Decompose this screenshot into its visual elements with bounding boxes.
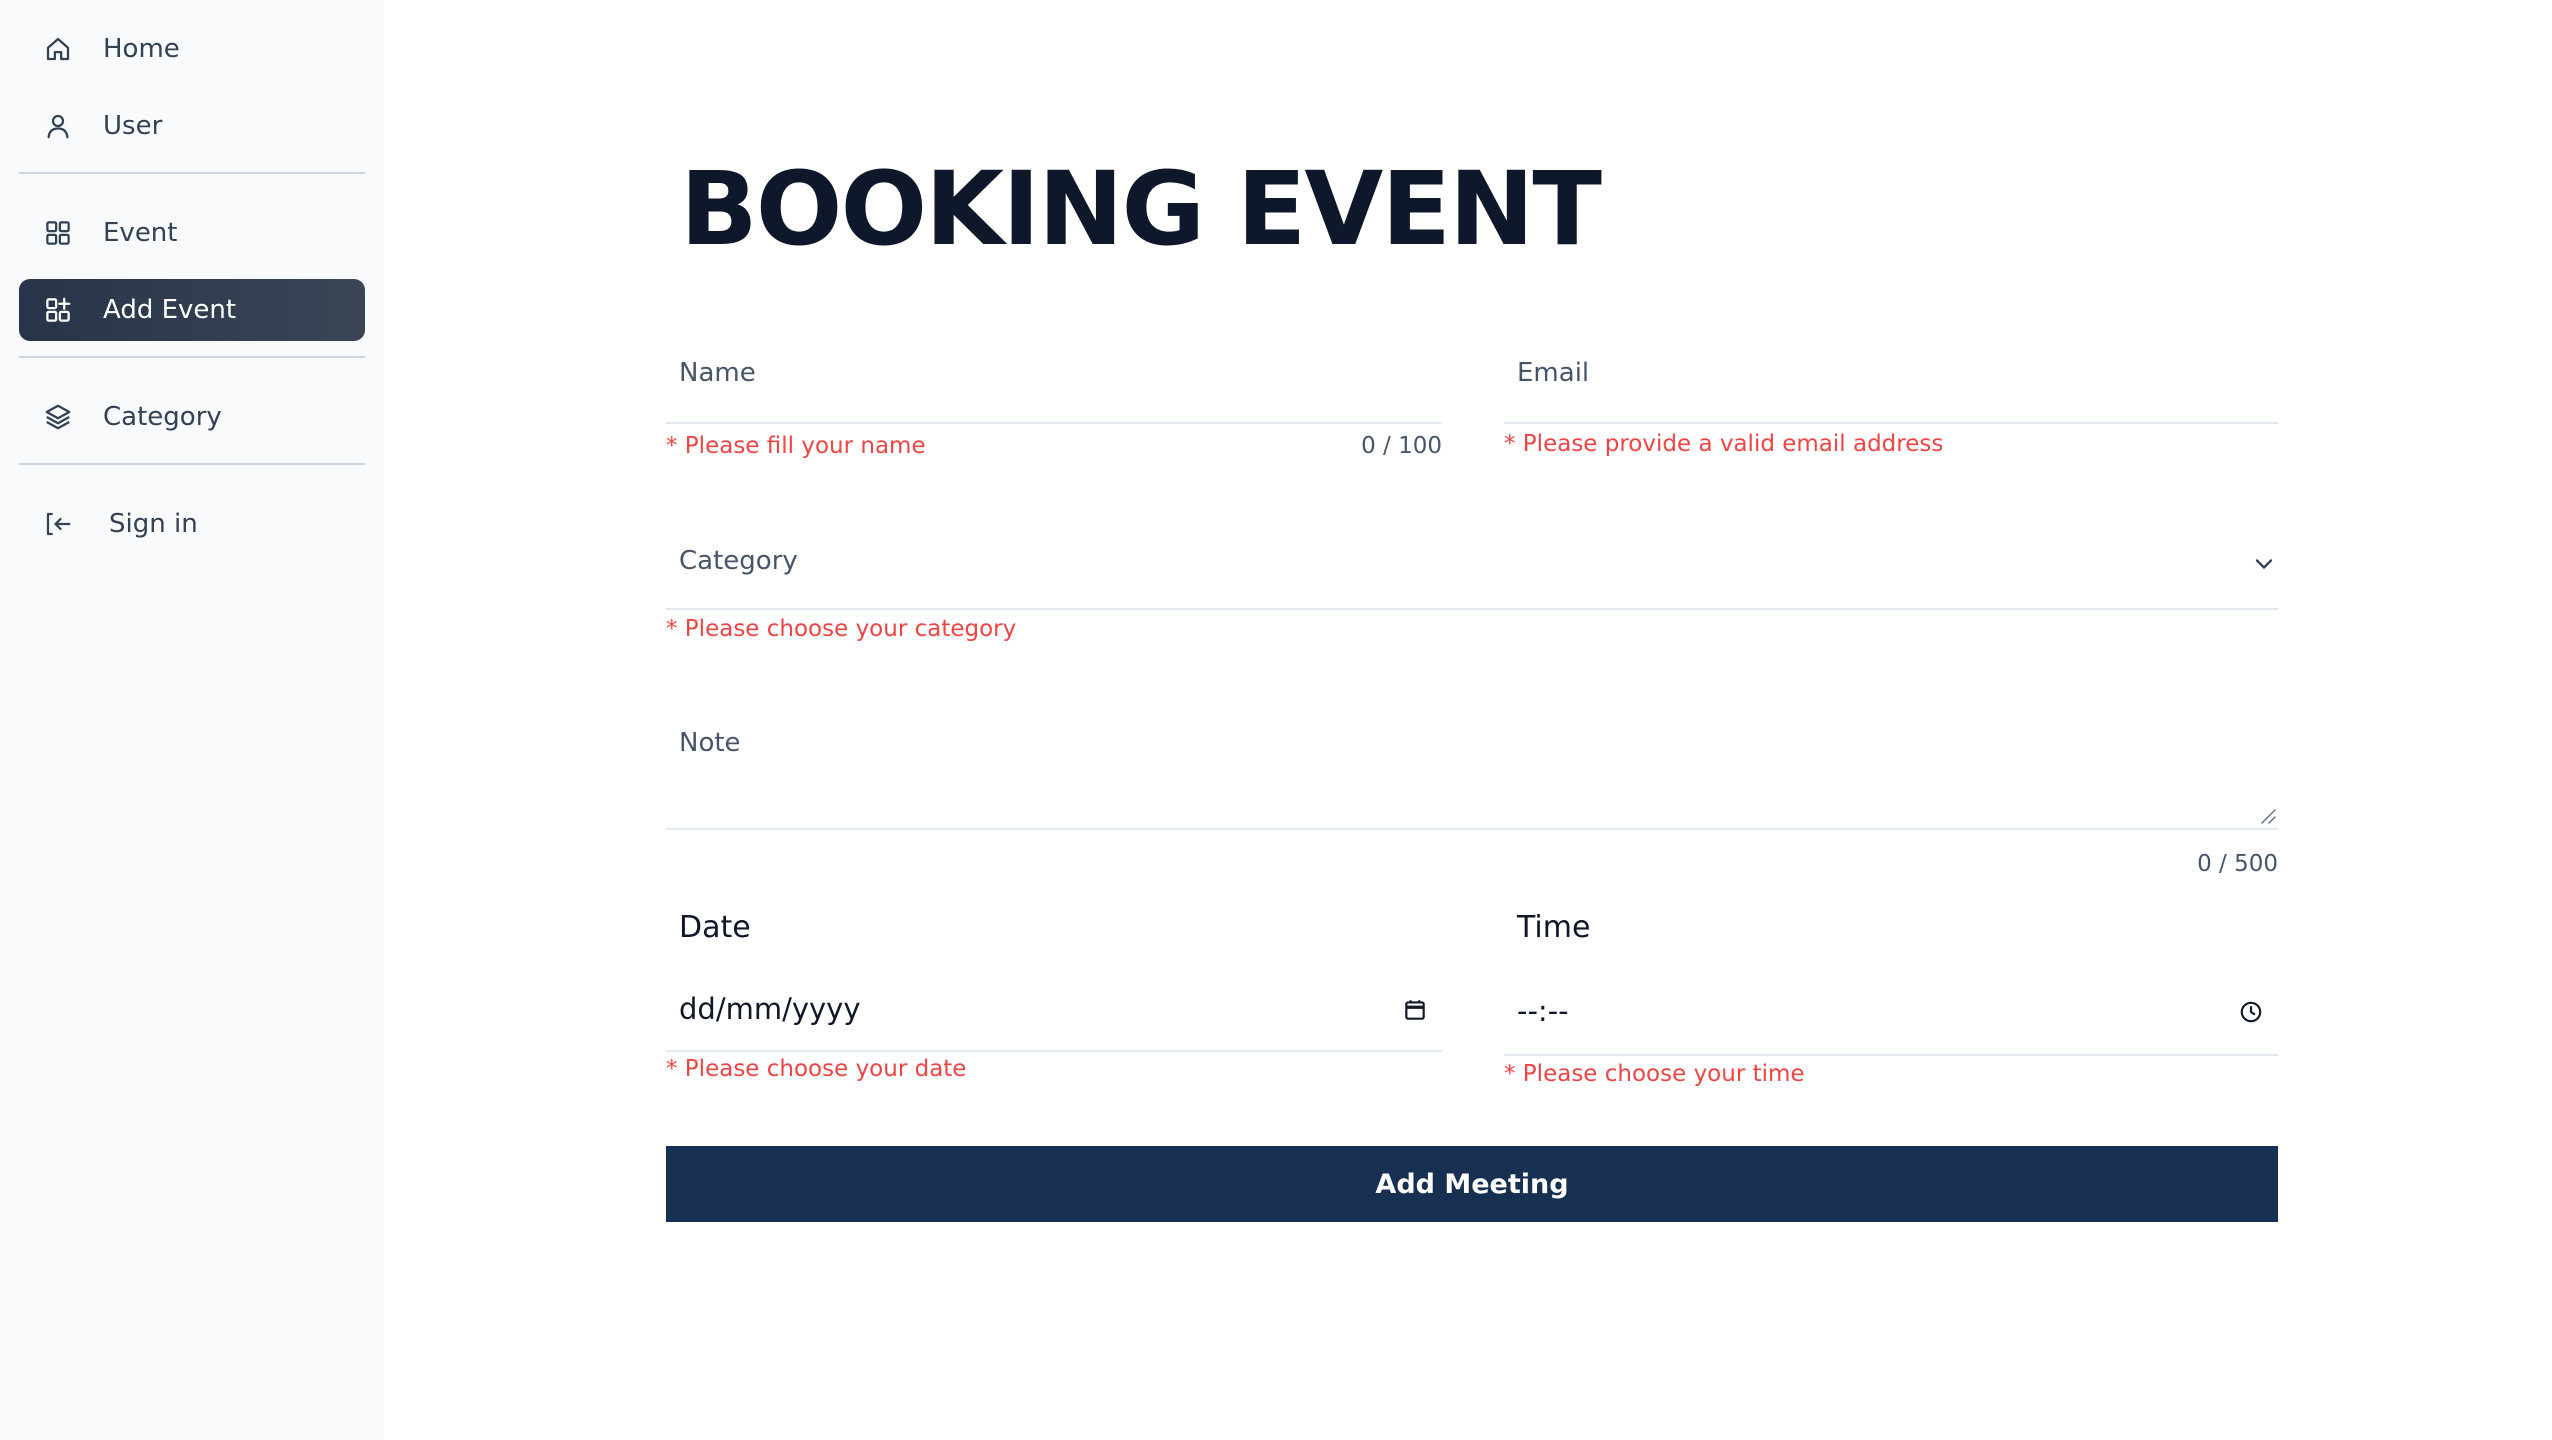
note-label: Note bbox=[679, 728, 741, 758]
category-error: * Please choose your category bbox=[666, 616, 1017, 642]
name-label: Name bbox=[679, 358, 756, 388]
sidebar-item-label: Home bbox=[103, 34, 180, 64]
resize-handle-icon[interactable] bbox=[2260, 808, 2276, 824]
email-field[interactable]: Email bbox=[1504, 350, 2278, 425]
time-label: Time bbox=[1517, 910, 1591, 945]
note-counter: 0 / 500 bbox=[2197, 851, 2278, 877]
category-underline bbox=[666, 608, 2278, 610]
time-error: * Please choose your time bbox=[1504, 1061, 1805, 1087]
email-error: * Please provide a valid email address bbox=[1504, 431, 1944, 457]
sidebar-item-label: Category bbox=[103, 402, 222, 432]
note-textarea[interactable]: Note bbox=[666, 718, 2278, 830]
layers-icon bbox=[43, 402, 73, 432]
note-underline bbox=[666, 828, 2278, 830]
chevron-down-icon bbox=[2250, 550, 2278, 578]
clock-icon[interactable] bbox=[2238, 999, 2264, 1025]
date-input[interactable]: dd/mm/yyyy bbox=[666, 980, 1442, 1052]
sidebar-item-home[interactable]: Home bbox=[19, 18, 365, 80]
calendar-icon[interactable] bbox=[1402, 997, 1428, 1023]
name-field[interactable]: Name bbox=[666, 350, 1442, 425]
sidebar-item-add-event[interactable]: Add Event bbox=[19, 279, 365, 341]
sidebar: Home User Event Add Event Category Sign … bbox=[0, 0, 384, 1440]
sidebar-item-label: Add Event bbox=[103, 295, 237, 325]
sidebar-item-user[interactable]: User bbox=[19, 95, 365, 157]
home-icon bbox=[43, 34, 73, 64]
email-underline bbox=[1504, 422, 2278, 424]
email-label: Email bbox=[1517, 358, 1590, 388]
sidebar-item-label: Sign in bbox=[109, 509, 198, 539]
page-title: BOOKING EVENT bbox=[680, 150, 1602, 269]
category-label: Category bbox=[679, 546, 798, 576]
name-error: * Please fill your name bbox=[666, 433, 926, 459]
sidebar-divider bbox=[19, 463, 365, 465]
sidebar-item-sign-in[interactable]: Sign in bbox=[19, 493, 365, 555]
sidebar-divider bbox=[19, 172, 365, 174]
sign-in-icon bbox=[43, 509, 73, 539]
date-label: Date bbox=[679, 910, 751, 945]
grid-icon bbox=[43, 218, 73, 248]
date-underline bbox=[666, 1050, 1442, 1052]
sidebar-item-label: Event bbox=[103, 218, 178, 248]
name-counter: 0 / 100 bbox=[1361, 433, 1442, 459]
date-error: * Please choose your date bbox=[666, 1056, 967, 1082]
time-value: --:-- bbox=[1517, 994, 1569, 1028]
category-select[interactable]: Category bbox=[666, 538, 2278, 610]
main-content: BOOKING EVENT Name * Please fill your na… bbox=[666, 0, 2278, 1440]
date-value: dd/mm/yyyy bbox=[679, 992, 861, 1026]
time-input[interactable]: --:-- bbox=[1504, 982, 2278, 1056]
grid-plus-icon bbox=[43, 295, 73, 325]
sidebar-divider bbox=[19, 356, 365, 358]
sidebar-item-label: User bbox=[103, 111, 163, 141]
add-meeting-button[interactable]: Add Meeting bbox=[666, 1146, 2278, 1222]
sidebar-item-event[interactable]: Event bbox=[19, 202, 365, 264]
time-underline bbox=[1504, 1054, 2278, 1056]
sidebar-item-category[interactable]: Category bbox=[19, 386, 365, 448]
user-icon bbox=[43, 111, 73, 141]
name-underline bbox=[666, 422, 1442, 424]
